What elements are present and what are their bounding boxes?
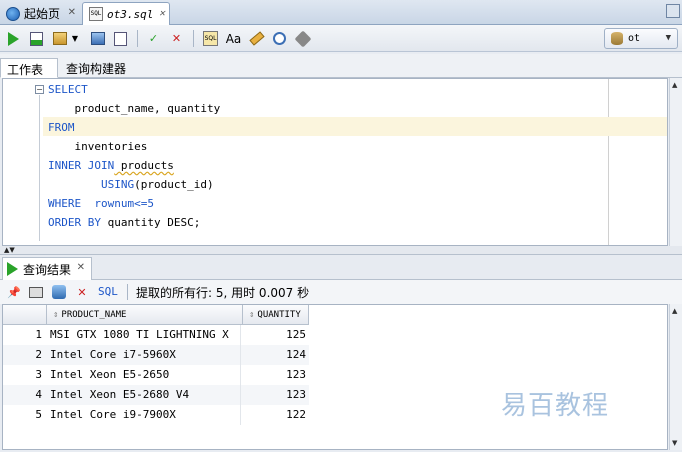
chevron-down-icon: ▼ [665, 33, 671, 43]
run-statement-icon[interactable] [5, 30, 22, 47]
rollback-icon[interactable] [89, 30, 106, 47]
scroll-down-icon[interactable]: ▼ [672, 439, 677, 447]
editor-gutter [3, 79, 47, 245]
code-line: product_name, quantity [48, 102, 221, 115]
history-icon[interactable] [271, 30, 288, 47]
code-line: SELECT [48, 83, 88, 96]
fetch-status: 提取的所有行: 5, 用时 0.007 秒 [136, 286, 310, 300]
globe-icon [6, 6, 20, 21]
sql-icon[interactable]: SQL [202, 30, 219, 47]
code-line: USING(product_id) [48, 178, 214, 191]
results-toolbar: 📌 ✕ SQL 提取的所有行: 5, 用时 0.007 秒 [0, 280, 682, 304]
table-row[interactable]: 5 Intel Core i9-7900X 122 [3, 405, 309, 425]
pin-icon[interactable]: 📌 [6, 284, 22, 300]
sql-editor[interactable]: − SELECT product_name, quantity FROM inv… [2, 78, 668, 246]
toolbar-separator [137, 30, 138, 47]
right-margin-line [608, 79, 609, 245]
pane-splitter[interactable]: ▲▼ [0, 246, 682, 254]
dropdown-icon[interactable]: ▼ [70, 30, 80, 47]
restore-window-button[interactable] [666, 4, 680, 18]
sort-icon: ⇕ [249, 309, 255, 320]
connection-name: ot [628, 33, 641, 44]
tab-query-result-label: 查询结果 [23, 262, 72, 277]
print-icon[interactable] [28, 284, 44, 300]
code-line: inventories [48, 140, 148, 153]
result-grid[interactable]: ⇕ PRODUCT_NAME ⇕ QUANTITY 1 MSI GTX 1080… [2, 304, 668, 450]
document-tab-strip: 起始页 ✕ SQL ot3.sql ✕ [0, 0, 682, 25]
close-icon[interactable]: ✕ [77, 262, 85, 273]
row-number-header [3, 305, 47, 325]
commit-icon[interactable] [51, 30, 68, 47]
worksheet-toolbar: ▼ ✓ ✕ SQL Aa ot ▼ [0, 25, 682, 52]
close-icon[interactable]: ✕ [68, 7, 76, 18]
close-icon[interactable]: ✕ [159, 8, 165, 19]
tab-worksheet[interactable]: 工作表 [0, 58, 58, 78]
fold-toggle[interactable]: − [35, 85, 44, 94]
splitter-arrows-icon[interactable]: ▲▼ [4, 246, 15, 254]
tools-icon[interactable] [294, 30, 311, 47]
delete-icon[interactable]: ✕ [74, 284, 90, 300]
grid-scrollbar[interactable]: ▲ ▼ [669, 304, 682, 450]
current-line-highlight [43, 117, 667, 136]
code-line: WHERE rownum<=5 [48, 197, 154, 210]
watermark: 易百教程 [501, 391, 610, 421]
table-row[interactable]: 1 MSI GTX 1080 TI LIGHTNING X 125 [3, 325, 309, 345]
play-icon [7, 262, 18, 276]
connection-selector[interactable]: ot ▼ [604, 28, 678, 49]
table-row[interactable]: 4 Intel Xeon E5-2680 V4 123 [3, 385, 309, 405]
code-line: INNER JOIN products [48, 159, 174, 172]
run-script-icon[interactable] [28, 30, 45, 47]
refresh-icon[interactable] [51, 284, 67, 300]
explain-plan-icon[interactable] [112, 30, 129, 47]
fold-line [39, 95, 40, 241]
editor-scrollbar[interactable]: ▲ [669, 78, 682, 246]
autotrace-icon[interactable]: ✓ [145, 30, 162, 47]
sort-icon: ⇕ [53, 309, 59, 320]
toolbar-separator [193, 30, 194, 47]
tab-ot3-sql-label: ot3.sql [107, 7, 154, 21]
table-row[interactable]: 2 Intel Core i7-5960X 124 [3, 345, 309, 365]
tab-ot3-sql[interactable]: SQL ot3.sql ✕ [82, 2, 170, 25]
results-tab-row: 查询结果 ✕ [0, 254, 682, 280]
tab-start-page[interactable]: 起始页 ✕ [0, 2, 80, 25]
scroll-up-icon[interactable]: ▲ [672, 307, 677, 315]
tab-start-page-label: 起始页 [24, 7, 61, 21]
code-line: ORDER BY quantity DESC; [48, 216, 201, 229]
table-row[interactable]: 3 Intel Xeon E5-2650 123 [3, 365, 309, 385]
format-case-icon[interactable]: Aa [225, 30, 242, 47]
code-line: FROM [48, 121, 75, 134]
sql-tuning-icon[interactable]: ✕ [168, 30, 185, 47]
sql-file-icon: SQL [89, 7, 103, 21]
worksheet-tab-row: 工作表 查询构建器 [0, 54, 682, 78]
sql-link[interactable]: SQL [98, 285, 118, 298]
eraser-icon[interactable] [248, 30, 265, 47]
tab-query-result[interactable]: 查询结果 ✕ [2, 257, 92, 280]
toolbar-separator [127, 284, 128, 300]
database-icon [611, 32, 623, 45]
tab-query-builder[interactable]: 查询构建器 [60, 58, 132, 78]
column-header-quantity[interactable]: ⇕ QUANTITY [243, 305, 309, 325]
scroll-up-icon[interactable]: ▲ [672, 81, 677, 89]
column-header-product-name[interactable]: ⇕ PRODUCT_NAME [47, 305, 243, 325]
